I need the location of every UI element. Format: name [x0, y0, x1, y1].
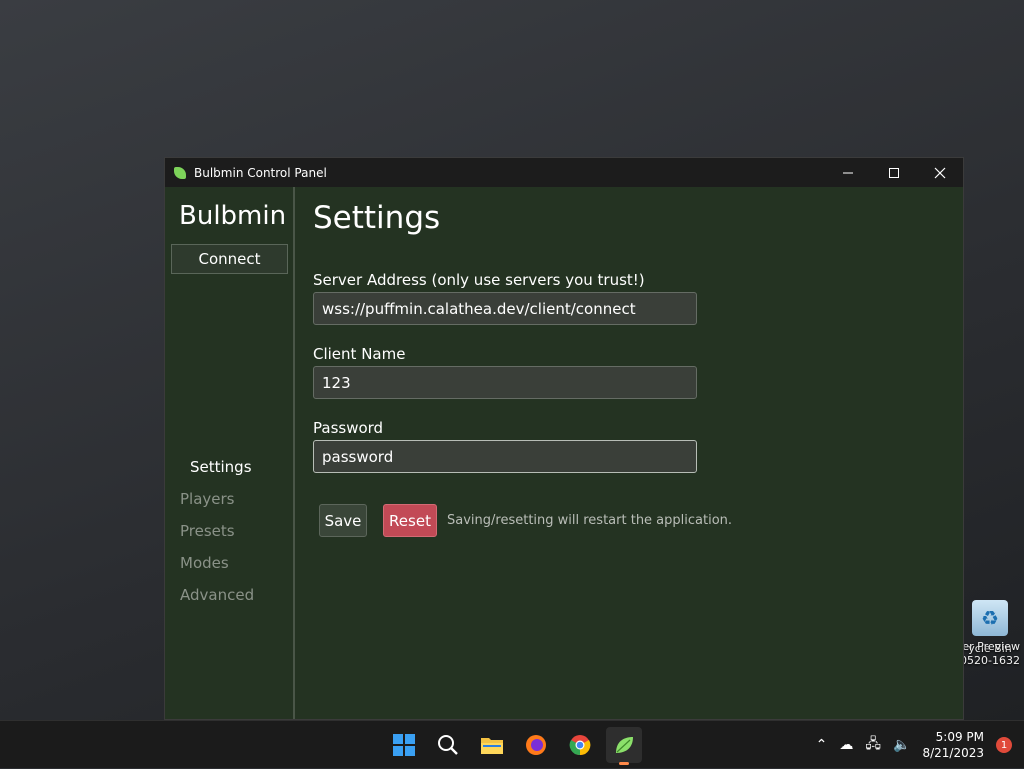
- volume-icon[interactable]: 🔈: [893, 737, 910, 753]
- start-button[interactable]: [386, 727, 422, 763]
- chevron-up-icon[interactable]: ⌃: [816, 737, 828, 753]
- client-name-input[interactable]: [313, 366, 697, 399]
- recycle-bin-icon: ♻: [972, 600, 1008, 636]
- clock-date: 8/21/2023: [922, 746, 984, 760]
- restart-note: Saving/resetting will restart the applic…: [447, 513, 733, 528]
- folder-icon: [481, 738, 503, 754]
- leaf-icon: [174, 166, 186, 179]
- sidebar: Bulbmin Connect Settings Players Presets…: [165, 187, 295, 719]
- chrome-icon: [569, 735, 591, 756]
- taskbar-apps: [386, 727, 642, 765]
- password-input[interactable]: [313, 440, 697, 473]
- taskbar: ⌃ ☁ 🖧 🔈 5:09 PM 8/21/2023 1: [0, 720, 1024, 768]
- close-button[interactable]: [917, 158, 963, 187]
- firefox-icon: [526, 735, 546, 755]
- bulbmin-taskbar-button[interactable]: [606, 727, 642, 765]
- clock[interactable]: 5:09 PM 8/21/2023: [922, 729, 984, 761]
- close-icon: [934, 167, 946, 178]
- chrome-button[interactable]: [562, 727, 598, 763]
- reset-button[interactable]: Reset: [383, 504, 437, 537]
- sidebar-nav: Settings Players Presets Modes Advanced: [165, 451, 254, 611]
- notification-badge[interactable]: 1: [996, 737, 1012, 753]
- file-explorer-button[interactable]: [474, 727, 510, 763]
- firefox-button[interactable]: [518, 727, 554, 763]
- sidebar-item-advanced[interactable]: Advanced: [165, 579, 254, 611]
- minimize-button[interactable]: [825, 158, 871, 187]
- maximize-button[interactable]: [871, 158, 917, 187]
- onedrive-cloud-icon[interactable]: ☁: [839, 737, 853, 753]
- window-title: Bulbmin Control Panel: [194, 165, 327, 180]
- connect-button[interactable]: Connect: [171, 244, 288, 274]
- search-icon: [438, 735, 458, 755]
- maximize-icon: [889, 167, 899, 178]
- system-tray: ⌃ ☁ 🖧 🔈 5:09 PM 8/21/2023 1: [816, 721, 1012, 769]
- minimize-icon: [843, 172, 853, 173]
- clock-time: 5:09 PM: [935, 730, 984, 744]
- app-window: Bulbmin Control Panel Bulbmin Connect Se…: [164, 157, 964, 720]
- password-label: Password: [313, 419, 384, 437]
- windows-logo-icon: [393, 734, 415, 756]
- brand-title: Bulbmin: [179, 201, 287, 231]
- page-title: Settings: [313, 200, 441, 236]
- sidebar-item-presets[interactable]: Presets: [165, 515, 254, 547]
- taskbar-search-button[interactable]: [430, 727, 466, 763]
- network-icon[interactable]: 🖧: [865, 733, 881, 757]
- save-button[interactable]: Save: [319, 504, 367, 537]
- settings-panel: Settings Server Address (only use server…: [313, 187, 963, 719]
- sidebar-item-settings[interactable]: Settings: [165, 451, 254, 483]
- leaf-icon: [616, 737, 633, 753]
- server-address-input[interactable]: [313, 292, 697, 325]
- sidebar-item-players[interactable]: Players: [165, 483, 254, 515]
- client-name-label: Client Name: [313, 345, 406, 363]
- server-address-label: Server Address (only use servers you tru…: [313, 271, 645, 289]
- title-bar[interactable]: Bulbmin Control Panel: [165, 158, 963, 187]
- sidebar-item-modes[interactable]: Modes: [165, 547, 254, 579]
